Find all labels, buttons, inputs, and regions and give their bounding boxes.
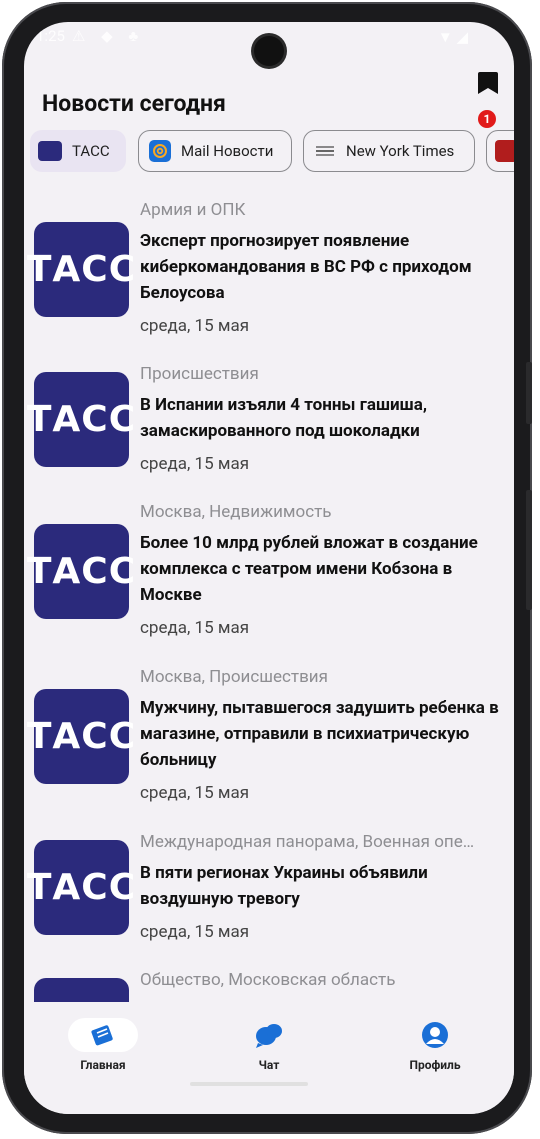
news-date: среда, 15 мая xyxy=(140,316,250,336)
nav-chat-label: Чат xyxy=(258,1058,280,1072)
tass-logo-icon xyxy=(38,141,62,161)
nav-home-label: Главная xyxy=(80,1058,126,1072)
chip-label: New York Times xyxy=(346,142,455,160)
news-title: В пяти регионах Украины объявили воздушн… xyxy=(140,863,428,909)
source-chips: ТАСС Mail Новости New York Times xyxy=(30,130,514,176)
phone-frame: 1:25 ⚠ ◆ ♣ ▼ ◢ Новости сегодня 1 ТАСС Ma… xyxy=(2,2,532,1134)
news-item[interactable]: ТАСС Армия и ОПК Эксперт прогнозирует по… xyxy=(27,198,504,338)
news-title: В Испании изъяли 4 тонны гашиша, замаски… xyxy=(140,395,428,441)
chip-label: ТАСС xyxy=(72,142,110,160)
chip-bbc[interactable] xyxy=(486,130,514,172)
tass-thumbnail: ТАСС xyxy=(27,524,135,619)
news-date: среда, 15 мая xyxy=(140,618,250,638)
tass-thumbnail: ТАСС xyxy=(27,372,135,467)
news-category: Армия и ОПК xyxy=(140,200,246,220)
mail-at-icon xyxy=(149,140,171,162)
chat-bubbles-icon xyxy=(256,1024,282,1048)
news-item[interactable]: ТАСС Москва, Недвижимость Более 10 млрд … xyxy=(27,500,504,640)
news-category: Москва, Недвижимость xyxy=(140,502,332,522)
signal-icon: ▼ ◢ xyxy=(437,28,468,46)
bookmark-badge: 1 xyxy=(478,110,496,128)
news-category: Москва, Происшествия xyxy=(140,667,328,687)
status-icons: ⚠ ◆ ♣ xyxy=(72,27,145,45)
nav-chat-pill xyxy=(234,1018,304,1052)
nyt-logo-icon xyxy=(316,146,334,156)
screen: 1:25 ⚠ ◆ ♣ ▼ ◢ Новости сегодня 1 ТАСС Ma… xyxy=(24,22,514,1114)
home-indicator[interactable] xyxy=(190,1082,308,1086)
newspaper-icon xyxy=(91,1025,113,1046)
chip-tass[interactable]: ТАСС xyxy=(30,130,126,172)
news-title: Эксперт прогнозирует появление кибеpкома… xyxy=(140,231,472,303)
news-category: Международная панорама, Военная опе… xyxy=(140,832,475,852)
news-date: среда, 15 мая xyxy=(140,454,250,474)
bottom-navigation: Главная Чат Профиль xyxy=(24,1002,514,1114)
news-item[interactable]: ТАСС Происшествия В Испании изъяли 4 тон… xyxy=(27,362,504,482)
news-item[interactable]: ТАСС Международная панорама, Военная опе… xyxy=(27,830,504,950)
bbc-news-logo-icon xyxy=(495,140,514,162)
status-time: 1:25 xyxy=(36,27,65,45)
news-item[interactable]: ТАСС Москва, Происшествия Мужчину, пытав… xyxy=(27,665,504,805)
chip-mail-news[interactable]: Mail Новости xyxy=(138,130,292,172)
news-title: Мужчину, пытавшегося задушить ребенка в … xyxy=(140,698,499,770)
tass-thumbnail: ТАСС xyxy=(27,222,135,317)
profile-icon xyxy=(422,1022,448,1048)
chip-nyt[interactable]: New York Times xyxy=(303,130,475,172)
news-category: Общество, Московская область xyxy=(140,970,396,990)
nav-chat[interactable]: Чат xyxy=(214,1018,324,1072)
nav-home-pill xyxy=(68,1018,138,1052)
nav-profile-pill xyxy=(400,1018,470,1052)
camera-icon xyxy=(254,36,284,66)
nav-profile-label: Профиль xyxy=(409,1058,461,1072)
nav-home[interactable]: Главная xyxy=(48,1018,158,1072)
tass-thumbnail: ТАСС xyxy=(27,689,135,784)
chip-label: Mail Новости xyxy=(181,142,274,160)
nav-profile[interactable]: Профиль xyxy=(380,1018,490,1072)
news-category: Происшествия xyxy=(140,364,259,384)
tass-thumbnail: ТАСС xyxy=(27,840,135,935)
news-title: Более 10 млрд рублей вложат в создание к… xyxy=(140,533,478,605)
page-title: Новости сегодня xyxy=(42,90,226,117)
news-date: среда, 15 мая xyxy=(140,922,250,942)
volume-button xyxy=(526,362,532,424)
news-date: среда, 15 мая xyxy=(140,783,250,803)
power-button xyxy=(526,490,532,610)
